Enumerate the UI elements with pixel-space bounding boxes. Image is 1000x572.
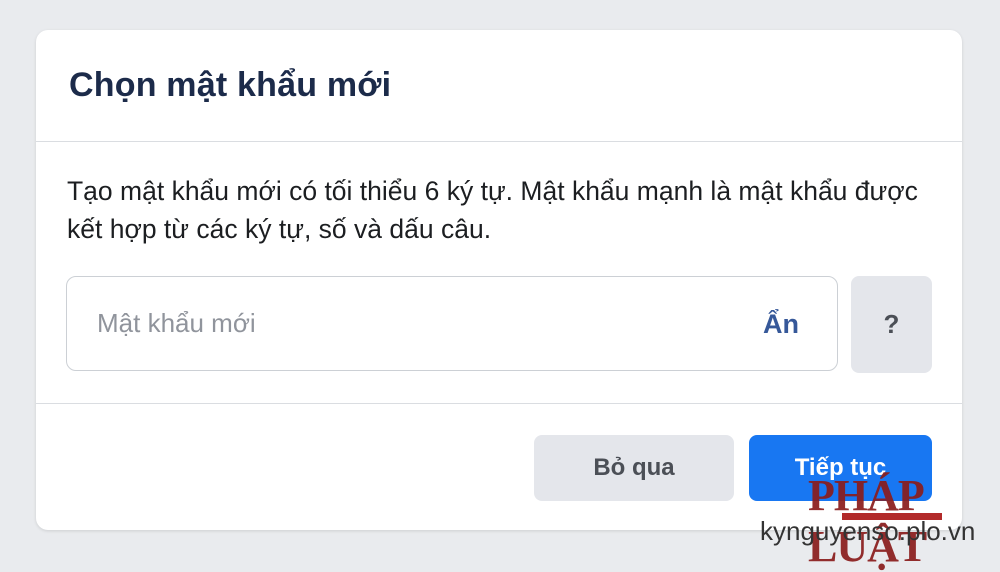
hide-password-toggle[interactable]: Ẩn	[763, 277, 799, 369]
skip-button[interactable]: Bỏ qua	[534, 435, 734, 501]
password-help-button[interactable]: ?	[851, 276, 932, 373]
dialog-description: Tạo mật khẩu mới có tối thiểu 6 ký tự. M…	[67, 176, 918, 244]
new-password-input[interactable]	[97, 277, 717, 369]
choose-password-dialog: Chọn mật khẩu mới Tạo mật khẩu mới có tố…	[36, 30, 962, 530]
watermark-url: kynguyenso.plo.vn	[760, 516, 976, 546]
dialog-header: Chọn mật khẩu mới	[36, 30, 962, 142]
dialog-title: Chọn mật khẩu mới	[69, 66, 392, 104]
dialog-body: Tạo mật khẩu mới có tối thiểu 6 ký tự. M…	[36, 142, 962, 404]
password-field[interactable]: Ẩn	[66, 276, 838, 371]
question-mark-icon: ?	[883, 309, 900, 339]
